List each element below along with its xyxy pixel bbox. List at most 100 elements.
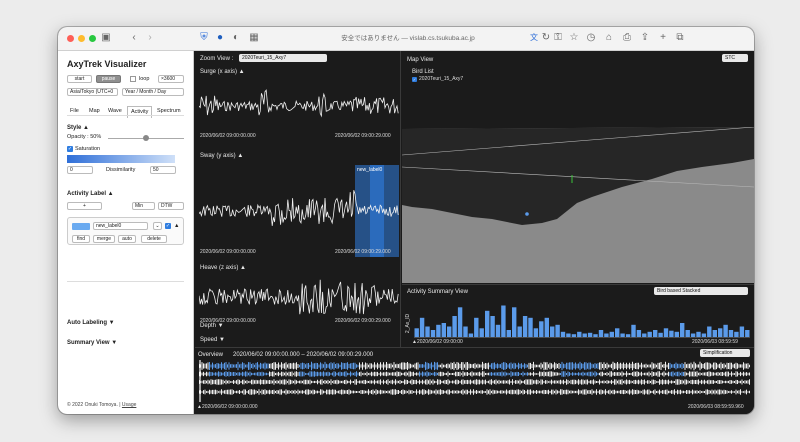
style-section-header[interactable]: Style ▲: [67, 125, 89, 131]
summary-bar[interactable]: [479, 328, 484, 338]
summary-bar[interactable]: [674, 331, 679, 338]
minimize-window-button[interactable]: [78, 35, 85, 42]
summary-bar[interactable]: [701, 333, 707, 338]
share-icon[interactable]: ⇪: [639, 32, 651, 44]
zoom-bird-select[interactable]: 2020Teuri_15_Axy7: [239, 54, 327, 62]
summary-bar[interactable]: [587, 332, 593, 337]
tab-map[interactable]: Map: [89, 108, 100, 115]
opacity-slider[interactable]: [108, 135, 184, 141]
summary-bar[interactable]: [718, 328, 723, 338]
summary-bar[interactable]: [615, 328, 620, 338]
back-icon[interactable]: ‹: [128, 32, 140, 44]
summary-bar[interactable]: [690, 333, 696, 338]
summary-bar[interactable]: [571, 334, 577, 337]
summary-bar[interactable]: [728, 330, 734, 337]
label-dropdown[interactable]: ⌄: [153, 222, 162, 230]
summary-bar[interactable]: [723, 324, 728, 338]
summary-bar[interactable]: [474, 317, 479, 338]
heave-waveform[interactable]: [199, 277, 399, 317]
grid-icon[interactable]: ▦: [248, 32, 260, 44]
activity-label-header[interactable]: Activity Label ▲: [67, 191, 114, 197]
close-window-button[interactable]: [67, 35, 74, 42]
speed-toggle[interactable]: Speed ▼: [200, 337, 225, 343]
summary-bar[interactable]: [430, 330, 436, 337]
sway-label[interactable]: Sway (y axis) ▲: [200, 153, 243, 159]
summary-view-header[interactable]: Summary View ▼: [67, 340, 117, 346]
summary-bar[interactable]: [528, 317, 533, 338]
address-bar[interactable]: 安全ではありません — vislab.cs.tsukuba.ac.jp: [288, 33, 528, 45]
summary-bar[interactable]: [712, 330, 717, 337]
summary-bar[interactable]: [566, 333, 571, 338]
find-button[interactable]: find: [72, 235, 90, 243]
summary-bar[interactable]: [425, 326, 430, 338]
summary-bar[interactable]: [539, 321, 544, 338]
loop-checkbox[interactable]: [130, 76, 136, 82]
summary-bar[interactable]: [604, 333, 609, 338]
speed-select[interactable]: ×3600: [158, 75, 184, 83]
tab-file[interactable]: File: [70, 108, 79, 115]
opacity-slider-knob[interactable]: [143, 135, 149, 141]
home-icon[interactable]: ⌂: [603, 32, 615, 44]
summary-bar[interactable]: [582, 333, 587, 338]
summary-bar[interactable]: [647, 331, 652, 338]
date-format-select[interactable]: Year / Month / Day: [122, 88, 184, 96]
contrast-icon[interactable]: ◐: [230, 32, 242, 44]
min-select[interactable]: Min: [132, 202, 155, 210]
summary-bar[interactable]: [636, 330, 642, 337]
summary-mode-select[interactable]: Bird based Stacked: [654, 287, 748, 295]
print-icon[interactable]: ⎙: [621, 32, 633, 44]
tab-spectrum[interactable]: Spectrum: [157, 108, 181, 115]
summary-bar[interactable]: [669, 330, 674, 337]
extension-icon[interactable]: ●: [214, 32, 226, 44]
label-collapse-toggle[interactable]: ▲: [174, 223, 179, 230]
stc-select[interactable]: STC: [722, 54, 748, 62]
bird-checkbox[interactable]: ✓: [412, 77, 417, 82]
start-button[interactable]: start: [67, 75, 92, 83]
summary-bar[interactable]: [685, 330, 690, 337]
summary-bar[interactable]: [522, 316, 528, 337]
summary-bar[interactable]: [745, 330, 750, 337]
summary-bar[interactable]: [555, 324, 560, 338]
sidebar-toggle-icon[interactable]: ▣: [100, 32, 112, 44]
summary-bar[interactable]: [485, 310, 490, 338]
history-icon[interactable]: ◷: [585, 32, 597, 44]
summary-bar[interactable]: [506, 330, 511, 337]
auto-labeling-header[interactable]: Auto Labeling ▼: [67, 320, 115, 326]
auto-button[interactable]: auto: [118, 235, 136, 243]
summary-bar[interactable]: [653, 330, 658, 337]
simplification-select[interactable]: Simplification: [700, 349, 750, 357]
summary-bar[interactable]: [739, 326, 745, 338]
summary-bar[interactable]: [468, 333, 474, 338]
surge-waveform[interactable]: [199, 81, 399, 131]
dtw-select[interactable]: DTW: [158, 202, 184, 210]
summary-bar[interactable]: [560, 331, 566, 338]
add-label-button[interactable]: +: [67, 202, 102, 210]
label-name-input[interactable]: new_label0: [93, 222, 148, 230]
tabs-overview-icon[interactable]: ⧉: [674, 32, 686, 44]
summary-bar[interactable]: [414, 328, 419, 338]
summary-bar[interactable]: [457, 307, 463, 338]
reload-icon[interactable]: ↻: [540, 32, 552, 44]
summary-bar[interactable]: [544, 317, 549, 338]
summary-bar[interactable]: [512, 307, 517, 338]
new-tab-icon[interactable]: +: [657, 32, 669, 44]
overview-waveform[interactable]: [199, 360, 751, 402]
summary-bar[interactable]: [696, 331, 701, 338]
summary-bar[interactable]: [593, 334, 598, 337]
shield-icon[interactable]: ⛨: [198, 32, 210, 44]
summary-bar[interactable]: [734, 331, 739, 338]
summary-bar[interactable]: [577, 331, 582, 338]
summary-bar[interactable]: [631, 324, 636, 338]
summary-bar[interactable]: [707, 326, 712, 338]
timezone-select[interactable]: Asia/Tokyo (UTC+0: [67, 88, 118, 96]
zoom-window-button[interactable]: [89, 35, 96, 42]
merge-button[interactable]: merge: [93, 235, 115, 243]
summary-bar[interactable]: [517, 326, 522, 338]
delete-button[interactable]: delete: [141, 235, 167, 243]
label-visible-checkbox[interactable]: ✓: [165, 223, 171, 229]
summary-bar[interactable]: [598, 330, 604, 337]
summary-bar[interactable]: [620, 333, 625, 338]
summary-bar[interactable]: [625, 334, 631, 337]
summary-bar[interactable]: [658, 332, 663, 337]
summary-bar[interactable]: [490, 316, 495, 337]
